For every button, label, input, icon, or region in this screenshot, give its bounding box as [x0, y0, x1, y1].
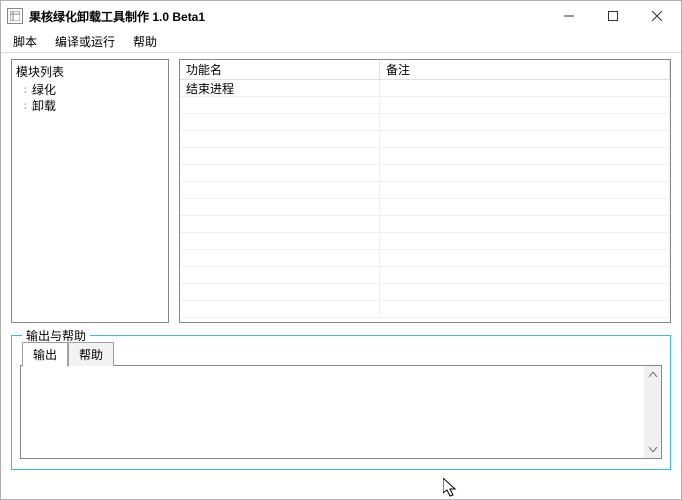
table-row[interactable] [180, 148, 670, 165]
cell-remark [380, 233, 670, 249]
close-button[interactable] [635, 1, 679, 31]
app-icon [7, 8, 23, 24]
cell-remark [380, 165, 670, 181]
menu-script[interactable]: 脚本 [5, 31, 45, 52]
cell-function-name [180, 182, 380, 198]
tree-item-label: 绿化 [32, 81, 56, 98]
tree-root[interactable]: 模块列表 [12, 62, 168, 81]
table-row[interactable] [180, 199, 670, 216]
table-row[interactable] [180, 97, 670, 114]
scroll-up-button[interactable] [644, 366, 661, 383]
cell-remark [380, 80, 670, 96]
function-table: 功能名 备注 结束进程 [179, 59, 671, 323]
table-row[interactable] [180, 233, 670, 250]
app-window: 果核绿化卸载工具制作 1.0 Beta1 脚本 编译或运行 帮助 模块列表 [0, 0, 682, 500]
tab-help[interactable]: 帮助 [68, 342, 114, 366]
table-row[interactable] [180, 131, 670, 148]
menu-compile-run[interactable]: 编译或运行 [47, 31, 123, 52]
table-row[interactable] [180, 165, 670, 182]
maximize-button[interactable] [591, 1, 635, 31]
cell-function-name [180, 233, 380, 249]
cell-remark [380, 301, 670, 317]
upper-panels: 模块列表 :.. 绿化 :.. 卸载 功能名 备注 [11, 59, 671, 323]
menubar: 脚本 编译或运行 帮助 [1, 31, 681, 53]
tree-item-greenify[interactable]: :.. 绿化 [20, 81, 168, 97]
table-row[interactable] [180, 216, 670, 233]
tree-item-label: 卸载 [32, 97, 56, 114]
cell-remark [380, 114, 670, 130]
cell-remark [380, 216, 670, 232]
cell-function-name: 结束进程 [180, 80, 380, 96]
cell-function-name [180, 148, 380, 164]
module-tree[interactable]: 模块列表 :.. 绿化 :.. 卸载 [11, 59, 169, 323]
tree-item-uninstall[interactable]: :.. 卸载 [20, 97, 168, 113]
cell-remark [380, 267, 670, 283]
output-log[interactable] [20, 365, 662, 459]
column-function-name[interactable]: 功能名 [180, 60, 380, 80]
menu-help[interactable]: 帮助 [125, 31, 165, 52]
tree-connector-icon: :.. [20, 83, 32, 96]
table-row[interactable] [180, 267, 670, 284]
table-row[interactable] [180, 250, 670, 267]
table-row[interactable] [180, 182, 670, 199]
table-body[interactable]: 结束进程 [180, 80, 670, 322]
titlebar: 果核绿化卸载工具制作 1.0 Beta1 [1, 1, 681, 31]
cell-function-name [180, 267, 380, 283]
cell-function-name [180, 216, 380, 232]
column-remark[interactable]: 备注 [380, 60, 670, 80]
cell-remark [380, 131, 670, 147]
table-header: 功能名 备注 [180, 60, 670, 80]
output-tabs: 输出 帮助 [20, 344, 662, 366]
cell-function-name [180, 165, 380, 181]
tree-connector-icon: :.. [20, 99, 32, 112]
cell-function-name [180, 301, 380, 317]
scrollbar[interactable] [644, 366, 661, 458]
table-row[interactable]: 结束进程 [180, 80, 670, 97]
tab-output[interactable]: 输出 [22, 342, 68, 367]
cell-function-name [180, 250, 380, 266]
table-row[interactable] [180, 284, 670, 301]
output-help-panel: 输出与帮助 输出 帮助 [11, 335, 671, 470]
scroll-down-button[interactable] [644, 441, 661, 458]
cell-function-name [180, 131, 380, 147]
cell-function-name [180, 284, 380, 300]
table-row[interactable] [180, 301, 670, 318]
cell-remark [380, 97, 670, 113]
cell-remark [380, 199, 670, 215]
window-controls [547, 1, 679, 31]
cell-remark [380, 148, 670, 164]
minimize-button[interactable] [547, 1, 591, 31]
cell-remark [380, 250, 670, 266]
window-title: 果核绿化卸载工具制作 1.0 Beta1 [29, 8, 547, 25]
cell-remark [380, 182, 670, 198]
cell-remark [380, 284, 670, 300]
cell-function-name [180, 114, 380, 130]
table-row[interactable] [180, 114, 670, 131]
content-area: 模块列表 :.. 绿化 :.. 卸载 功能名 备注 [1, 53, 681, 499]
cell-function-name [180, 97, 380, 113]
cell-function-name [180, 199, 380, 215]
